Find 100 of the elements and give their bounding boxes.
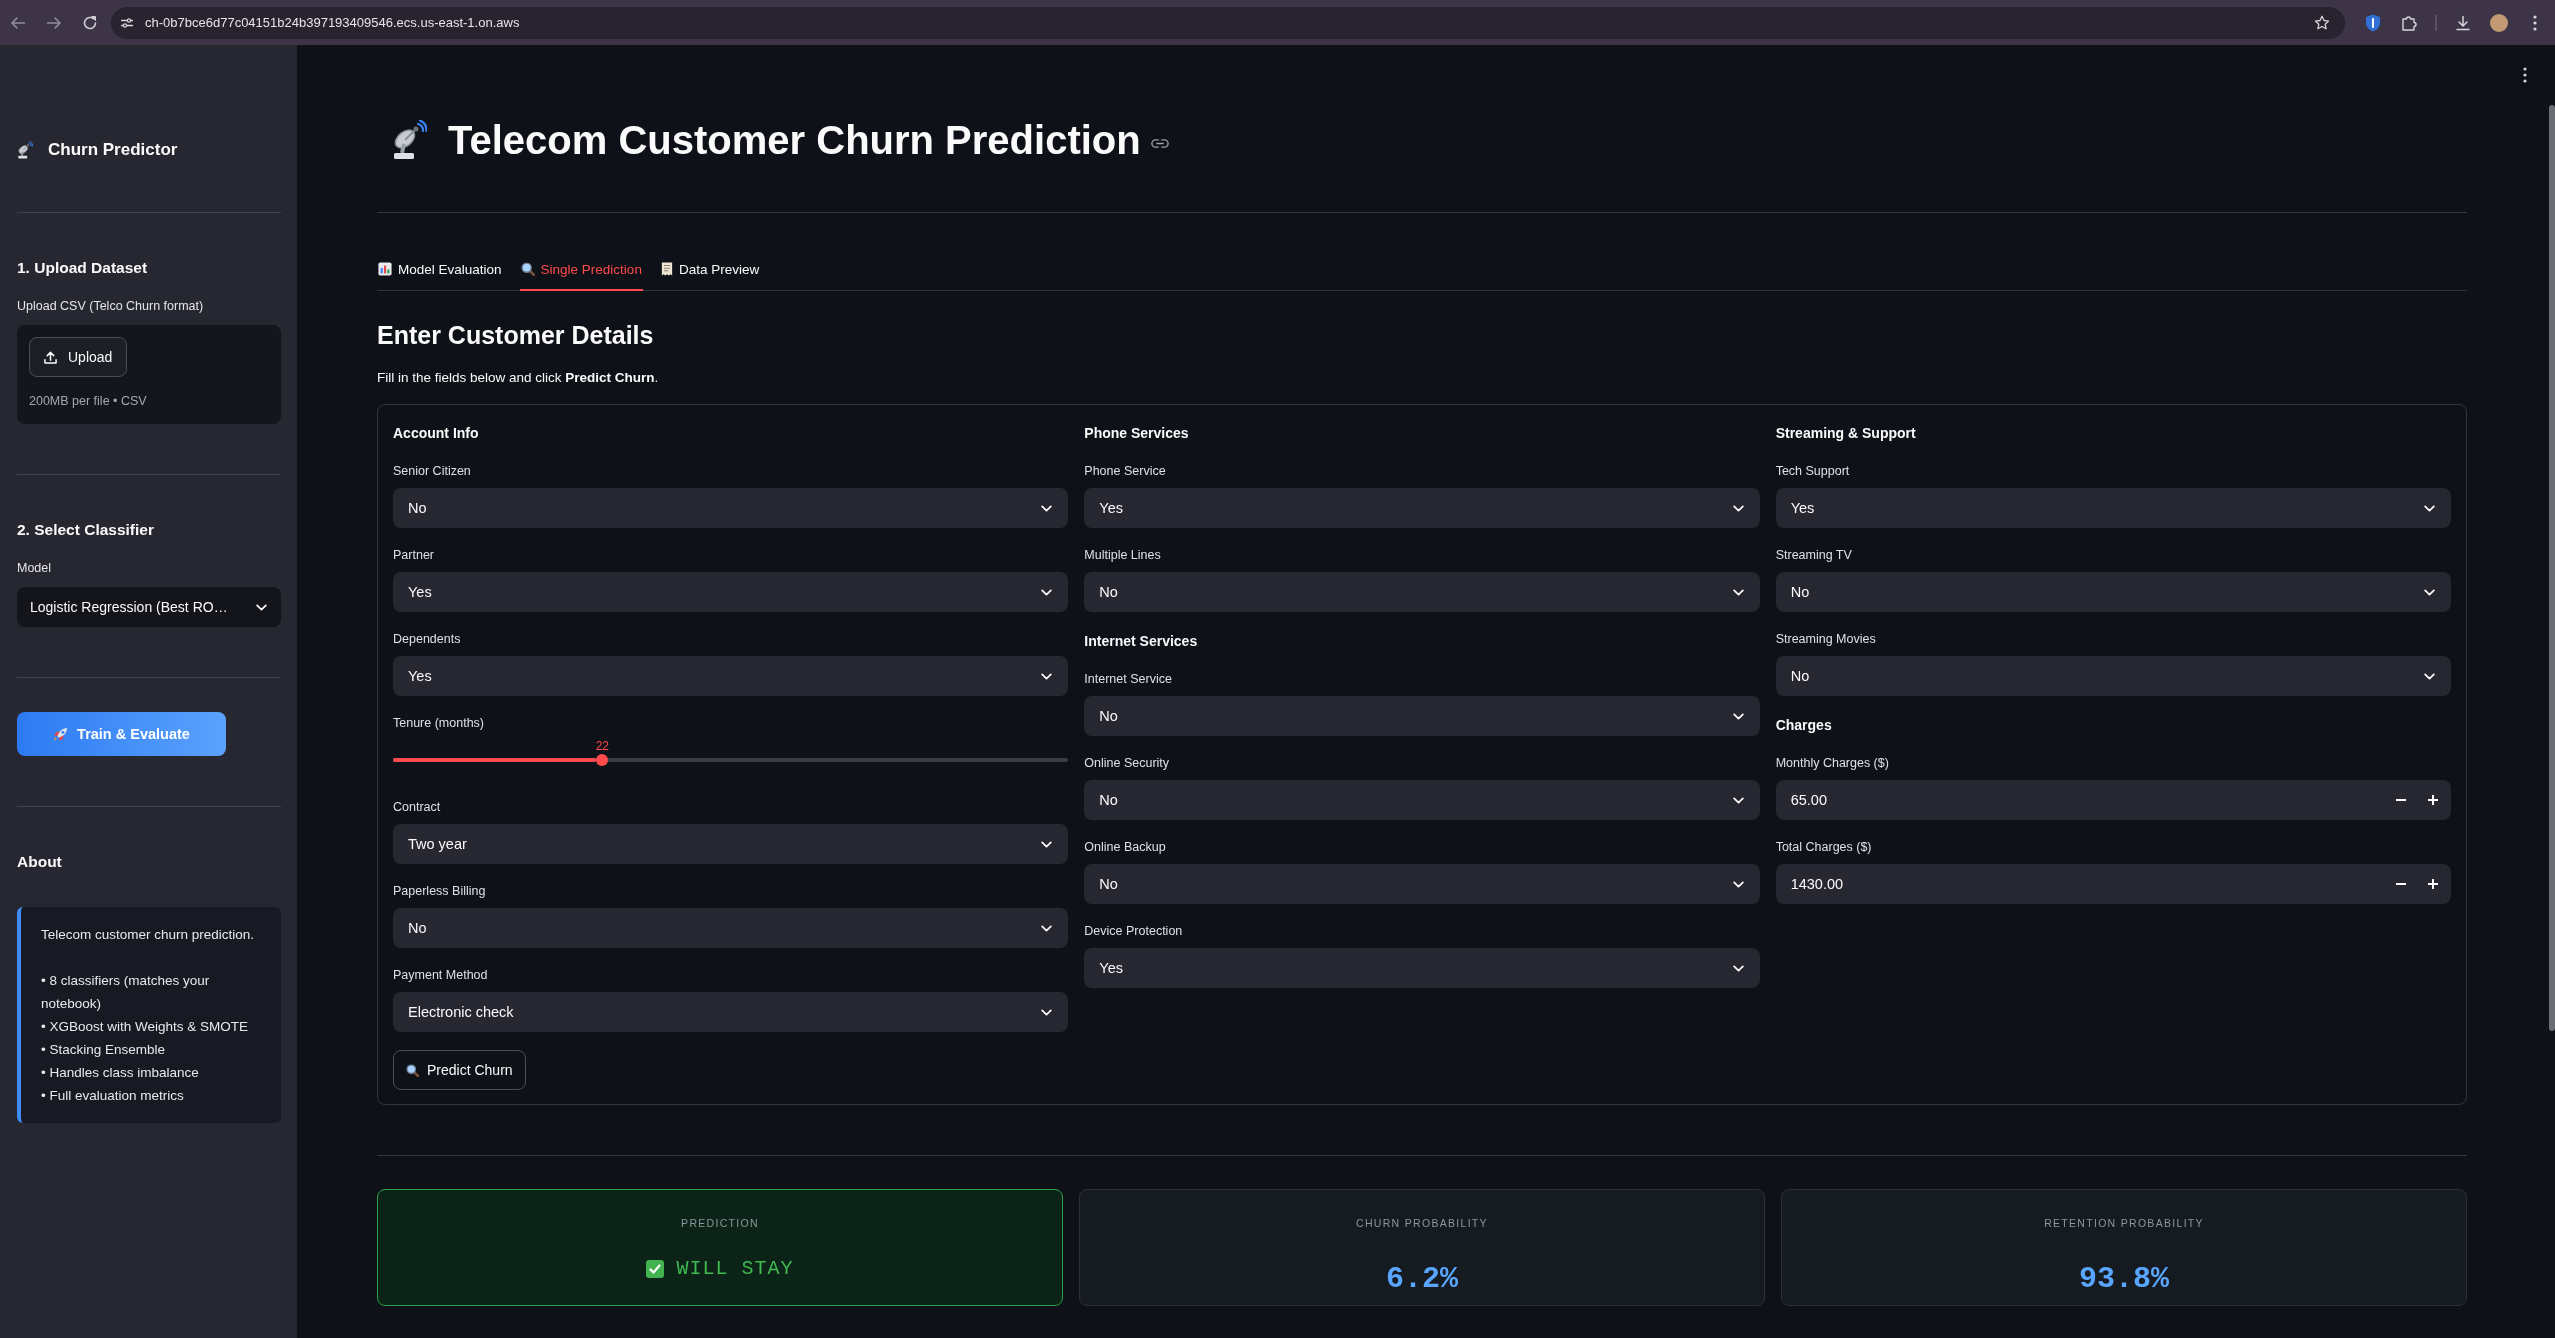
- tab[interactable]: Data Preview: [659, 249, 761, 291]
- slider-value: 22: [595, 740, 609, 752]
- download-icon[interactable]: [2455, 14, 2471, 31]
- field-label: Dependents: [393, 631, 462, 648]
- scrollbar[interactable]: [2549, 105, 2555, 1031]
- menu-icon[interactable]: [2523, 67, 2527, 83]
- star-icon[interactable]: [2314, 14, 2330, 31]
- tab[interactable]: Single Prediction: [519, 249, 643, 291]
- field-label: Senior Citizen: [393, 463, 472, 480]
- select-field[interactable]: No: [1084, 780, 1760, 820]
- predict-button[interactable]: Predict Churn: [393, 1050, 526, 1090]
- chevron-down-icon: [2424, 504, 2435, 512]
- chevron-down-icon: [1732, 796, 1744, 804]
- select-field[interactable]: Electronic check: [393, 992, 1069, 1032]
- url-text: ch-0b7bce6d77c04151b24b397193409546.ecs.us-east-1.on.aws: [145, 15, 521, 30]
- section-heading: Enter Customer Details: [377, 320, 655, 351]
- field-label: Total Charges ($): [1775, 839, 1873, 856]
- field-label: Multiple Lines: [1084, 547, 1162, 564]
- minus-icon: [2396, 799, 2406, 801]
- select-field[interactable]: Yes: [1775, 488, 2451, 528]
- chevron-down-icon: [1041, 924, 1053, 932]
- list-item: • XGBoost with Weights & SMOTE: [41, 1018, 250, 1036]
- select-field[interactable]: Yes: [1084, 948, 1760, 988]
- chevron-down-icon: [1732, 712, 1744, 720]
- link-icon[interactable]: [1150, 138, 1169, 148]
- back-arrow-icon[interactable]: [10, 14, 26, 31]
- select-field[interactable]: No: [1775, 656, 2451, 696]
- select-field[interactable]: No: [393, 488, 1069, 528]
- sliders-icon[interactable]: [121, 16, 133, 29]
- upload-button[interactable]: Upload: [29, 337, 128, 377]
- minus-icon: [2396, 883, 2406, 885]
- group-heading: Streaming & Support: [1775, 424, 1917, 443]
- forward-arrow-icon[interactable]: [46, 14, 62, 31]
- card-label: PREDICTION: [681, 1216, 759, 1230]
- field-label: Internet Service: [1084, 671, 1173, 688]
- plus-icon: [2428, 879, 2438, 889]
- chevron-down-icon: [1041, 840, 1053, 848]
- chevron-down-icon: [1041, 1008, 1053, 1016]
- group-heading: Phone Services: [1084, 424, 1190, 443]
- chevron-down-icon: [1041, 672, 1053, 680]
- document-icon: [660, 262, 673, 276]
- puzzle-icon[interactable]: [2401, 14, 2417, 31]
- list-item: • Handles class imbalance: [41, 1064, 200, 1082]
- field-label: Payment Method: [393, 967, 489, 984]
- instructions-text: Fill in the fields below and click Predict Churn.: [377, 369, 660, 387]
- select-field[interactable]: No: [1084, 572, 1760, 612]
- sidebar-title: Churn Predictor: [48, 140, 178, 160]
- chevron-down-icon: [1041, 504, 1053, 512]
- chevron-down-icon: [1041, 588, 1053, 596]
- field-label: Streaming Movies: [1775, 631, 1877, 648]
- list-item: • 8 classifiers (matches your notebook): [41, 972, 211, 1013]
- select-field[interactable]: Logistic Regression (Best RO…: [17, 587, 281, 627]
- metric-value: 6.2%: [1386, 1261, 1458, 1297]
- select-field[interactable]: Yes: [393, 656, 1069, 696]
- menu-icon[interactable]: [2533, 14, 2537, 31]
- satellite-dish-icon: [17, 141, 33, 159]
- address-bar[interactable]: ch-0b7bce6d77c04151b24b397193409546.ecs.us-east-1.on.aws: [111, 6, 2345, 39]
- plus-icon: [2428, 795, 2438, 805]
- shield-icon[interactable]: [2365, 13, 2381, 32]
- bar-chart-icon: [378, 262, 392, 276]
- tab[interactable]: Model Evaluation: [377, 249, 503, 291]
- select-field[interactable]: Yes: [393, 572, 1069, 612]
- slider-thumb[interactable]: [596, 754, 609, 766]
- select-field[interactable]: No: [1084, 864, 1760, 904]
- page-title: Telecom Customer Churn Prediction: [448, 117, 1141, 163]
- field-label: Online Security: [1084, 755, 1171, 772]
- card-label: RETENTION PROBABILITY: [2044, 1216, 2204, 1230]
- field-label: Tech Support: [1775, 463, 1851, 480]
- rocket-icon: [53, 726, 69, 742]
- field-label: Phone Service: [1084, 463, 1167, 480]
- field-label: Model: [17, 560, 53, 576]
- upload-hint: 200MB per file • CSV: [29, 393, 148, 409]
- field-label: Partner: [393, 547, 435, 564]
- select-field[interactable]: Two year: [393, 824, 1069, 864]
- avatar[interactable]: [2490, 13, 2508, 32]
- chevron-down-icon: [2424, 588, 2435, 596]
- card-label: CHURN PROBABILITY: [1356, 1216, 1488, 1230]
- select-field[interactable]: No: [393, 908, 1069, 948]
- chevron-down-icon: [1732, 880, 1744, 888]
- list-item: • Stacking Ensemble: [41, 1041, 167, 1059]
- select-field[interactable]: Yes: [1084, 488, 1760, 528]
- prediction-value: WILL STAY: [676, 1256, 794, 1282]
- field-label: Contract: [393, 799, 442, 816]
- select-field[interactable]: No: [1084, 696, 1760, 736]
- group-heading: Internet Services: [1084, 632, 1199, 651]
- field-label: Monthly Charges ($): [1775, 755, 1890, 772]
- chevron-down-icon: [2424, 672, 2435, 680]
- upload-icon: [44, 350, 57, 364]
- field-label: Device Protection: [1084, 923, 1184, 940]
- number-field[interactable]: 1430.00: [1775, 864, 2451, 904]
- field-label: Paperless Billing: [393, 883, 487, 900]
- reload-icon[interactable]: [82, 14, 98, 31]
- section-heading: About: [17, 852, 63, 872]
- select-field[interactable]: No: [1775, 572, 2451, 612]
- number-field[interactable]: 65.00: [1775, 780, 2451, 820]
- field-label: Tenure (months): [393, 715, 485, 732]
- upload-dropzone[interactable]: Upload 200MB per file • CSV: [17, 325, 281, 424]
- section-heading: 2. Select Classifier: [17, 520, 155, 540]
- chevron-down-icon: [1732, 588, 1744, 596]
- field-label: Online Backup: [1084, 839, 1167, 856]
